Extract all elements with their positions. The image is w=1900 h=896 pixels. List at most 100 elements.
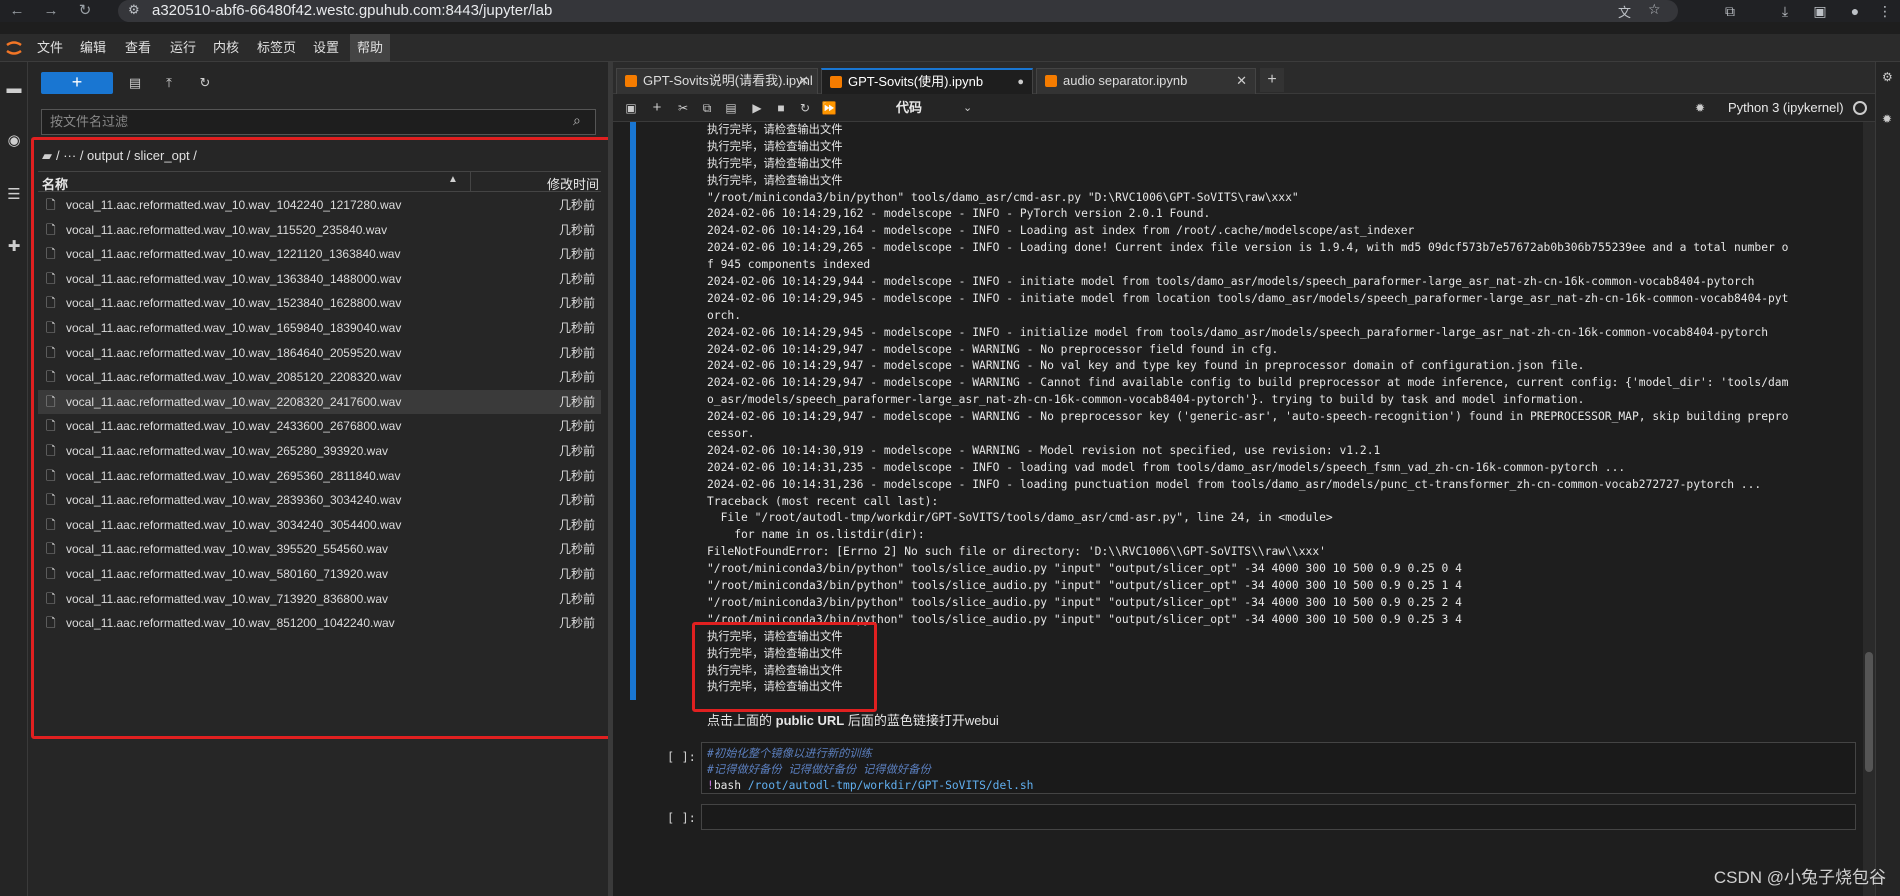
site-info-icon[interactable]: ⚙	[128, 2, 140, 18]
file-modified-time: 几秒前	[558, 370, 595, 385]
active-cell-indicator[interactable]	[630, 122, 636, 700]
file-list-item[interactable]: 🗋 vocal_11.aac.reformatted.wav_10.wav_104…	[38, 193, 601, 218]
menu-edit[interactable]: 编辑	[73, 34, 113, 62]
chevron-down-icon[interactable]: ⌄	[963, 98, 972, 118]
tab-gpt-sovits-readme[interactable]: GPT-Sovits说明(请看我).ipynl ✕	[616, 68, 818, 94]
forward-icon[interactable]: →	[42, 2, 60, 20]
file-list-item[interactable]: 🗋 vocal_11.aac.reformatted.wav_10.wav_136…	[38, 267, 601, 292]
file-list-item[interactable]: 🗋 vocal_11.aac.reformatted.wav_10.wav_115…	[38, 218, 601, 243]
debugger-panel-icon[interactable]: ✹	[1882, 112, 1892, 126]
address-bar[interactable]: ⚙ a320510-abf6-66480f42.westc.gpuhub.com…	[118, 0, 1678, 22]
bookmark-star-icon[interactable]: ☆	[1648, 1, 1661, 18]
file-list-item[interactable]: 🗋 vocal_11.aac.reformatted.wav_10.wav_220…	[38, 389, 601, 415]
file-list-item[interactable]: 🗋 vocal_11.aac.reformatted.wav_10.wav_186…	[38, 341, 601, 366]
stop-icon[interactable]: ■	[771, 98, 791, 118]
refresh-icon[interactable]: ↻	[194, 72, 216, 94]
scrollbar-thumb[interactable]	[1865, 652, 1873, 772]
run-all-icon[interactable]: ⏩	[819, 98, 839, 118]
file-list-item[interactable]: 🗋 vocal_11.aac.reformatted.wav_10.wav_283…	[38, 488, 601, 513]
upload-icon[interactable]: ⤒	[158, 72, 180, 94]
menu-kernel[interactable]: 内核	[206, 34, 246, 62]
new-folder-icon[interactable]: ▤	[124, 72, 146, 94]
breadcrumb-path[interactable]: / ··· / output / slicer_opt /	[56, 148, 197, 163]
file-list-item[interactable]: 🗋 vocal_11.aac.reformatted.wav_10.wav_303…	[38, 513, 601, 538]
copy-icon[interactable]: ⧉	[697, 98, 717, 118]
menu-view[interactable]: 查看	[118, 34, 158, 62]
sort-ascending-icon[interactable]: ▲	[448, 174, 458, 185]
notebook-scrollbar[interactable]	[1863, 122, 1875, 896]
profile-icon[interactable]: ●	[1845, 2, 1865, 20]
file-list-item[interactable]: 🗋 vocal_11.aac.reformatted.wav_10.wav_713…	[38, 587, 601, 612]
add-tab-button[interactable]: +	[1260, 68, 1284, 92]
output-line: "/root/miniconda3/bin/python" tools/slic…	[707, 595, 1462, 609]
extension-icon[interactable]: ✚	[3, 236, 25, 258]
code-path: /root/autodl-tmp/workdir/GPT-SoVITS/del.…	[747, 779, 1034, 792]
download-icon[interactable]: ⤓	[1775, 2, 1795, 20]
file-modified-time: 几秒前	[558, 271, 595, 286]
extensions-icon[interactable]: ⧉	[1720, 2, 1740, 20]
jupyter-logo-icon	[6, 41, 22, 55]
menu-settings[interactable]: 设置	[306, 34, 346, 62]
debugger-icon[interactable]: ✹	[1695, 98, 1705, 118]
back-icon[interactable]: ←	[8, 2, 26, 20]
file-list-item[interactable]: 🗋 vocal_11.aac.reformatted.wav_10.wav_580…	[38, 562, 601, 587]
file-list-item[interactable]: 🗋 vocal_11.aac.reformatted.wav_10.wav_851…	[38, 611, 601, 636]
cell-output: 执行完毕，请检查输出文件 执行完毕，请检查输出文件 执行完毕，请检查输出文件 执行完毕…	[707, 122, 1857, 696]
file-list-item[interactable]: 🗋 vocal_11.aac.reformatted.wav_10.wav_395…	[38, 537, 601, 562]
file-name: vocal_11.aac.reformatted.wav_10.wav_2839…	[66, 493, 402, 508]
chrome-menu-icon[interactable]: ⋮	[1875, 2, 1895, 20]
code-cell-editor-empty[interactable]	[701, 804, 1856, 830]
output-line: 执行完毕，请检查输出文件	[707, 680, 843, 694]
file-filter-input[interactable]: 按文件名过滤	[41, 109, 596, 135]
restart-icon[interactable]: ↻	[795, 98, 815, 118]
menu-tabs[interactable]: 标签页	[250, 34, 303, 62]
code-comment: #记得做好备份 记得做好备份 记得做好备份	[707, 763, 931, 776]
save-icon[interactable]: ▣	[621, 98, 641, 118]
column-name[interactable]: 名称	[42, 174, 68, 193]
paste-icon[interactable]: ▤	[721, 98, 741, 118]
sidepanel-icon[interactable]: ▣	[1810, 2, 1830, 20]
code-cell-editor[interactable]: #初始化整个镜像以进行新的训练 #记得做好备份 记得做好备份 记得做好备份 !b…	[701, 742, 1856, 794]
file-icon: 🗋	[46, 320, 56, 335]
close-icon[interactable]: ✕	[1236, 69, 1247, 93]
menu-run[interactable]: 运行	[163, 34, 203, 62]
menu-file[interactable]: 文件	[30, 34, 70, 62]
file-list-item[interactable]: 🗋 vocal_11.aac.reformatted.wav_10.wav_269…	[38, 464, 601, 489]
file-list-item[interactable]: 🗋 vocal_11.aac.reformatted.wav_10.wav_122…	[38, 242, 601, 267]
run-icon[interactable]: ▶	[747, 98, 767, 118]
folder-home-icon[interactable]: ▰	[42, 148, 52, 163]
tab-gpt-sovits-usage[interactable]: GPT-Sovits(使用).ipynb ●	[821, 68, 1033, 94]
translate-icon[interactable]: 文	[1618, 2, 1631, 21]
file-list-item[interactable]: 🗋 vocal_11.aac.reformatted.wav_10.wav_165…	[38, 316, 601, 341]
output-line: 2024-02-06 10:14:30,919 - modelscope - W…	[707, 443, 1381, 457]
folder-icon[interactable]: ▬	[3, 78, 25, 100]
running-icon[interactable]: ◉	[3, 130, 25, 152]
tab-audio-separator[interactable]: audio separator.ipynb ✕	[1036, 68, 1256, 94]
new-launcher-button[interactable]: +	[41, 72, 113, 94]
cut-icon[interactable]: ✂	[673, 98, 693, 118]
file-modified-time: 几秒前	[558, 296, 595, 311]
file-modified-time: 几秒前	[558, 443, 595, 458]
column-modified[interactable]: 修改时间	[547, 174, 599, 193]
file-list-item[interactable]: 🗋 vocal_11.aac.reformatted.wav_10.wav_152…	[38, 291, 601, 316]
unsaved-dot-icon[interactable]: ●	[1017, 70, 1024, 94]
file-list-item[interactable]: 🗋 vocal_11.aac.reformatted.wav_10.wav_208…	[38, 365, 601, 390]
column-divider[interactable]	[470, 172, 471, 192]
file-list-item[interactable]: 🗋 vocal_11.aac.reformatted.wav_10.wav_265…	[38, 439, 601, 464]
reload-icon[interactable]: ↻	[76, 2, 94, 20]
file-icon: 🗋	[46, 222, 56, 237]
file-icon: 🗋	[46, 517, 56, 532]
breadcrumb[interactable]: ▰ / ··· / output / slicer_opt /	[42, 146, 197, 166]
kernel-name[interactable]: Python 3 (ipykernel)	[1728, 98, 1844, 118]
insert-cell-icon[interactable]: +	[647, 98, 667, 118]
file-list-item[interactable]: 🗋 vocal_11.aac.reformatted.wav_10.wav_243…	[38, 414, 601, 439]
close-icon[interactable]: ✕	[798, 69, 809, 93]
output-line: 2024-02-06 10:14:29,265 - modelscope - I…	[707, 241, 1789, 255]
markdown-cell[interactable]: 点击上面的 public URL 后面的蓝色链接打开webui	[707, 710, 999, 729]
file-icon: 🗋	[46, 566, 56, 581]
property-inspector-icon[interactable]: ⚙	[1882, 70, 1893, 84]
toc-icon[interactable]: ☰	[3, 184, 25, 206]
menu-help[interactable]: 帮助	[350, 34, 391, 62]
file-modified-time: 几秒前	[558, 517, 595, 532]
url-text[interactable]: a320510-abf6-66480f42.westc.gpuhub.com:8…	[152, 2, 552, 20]
